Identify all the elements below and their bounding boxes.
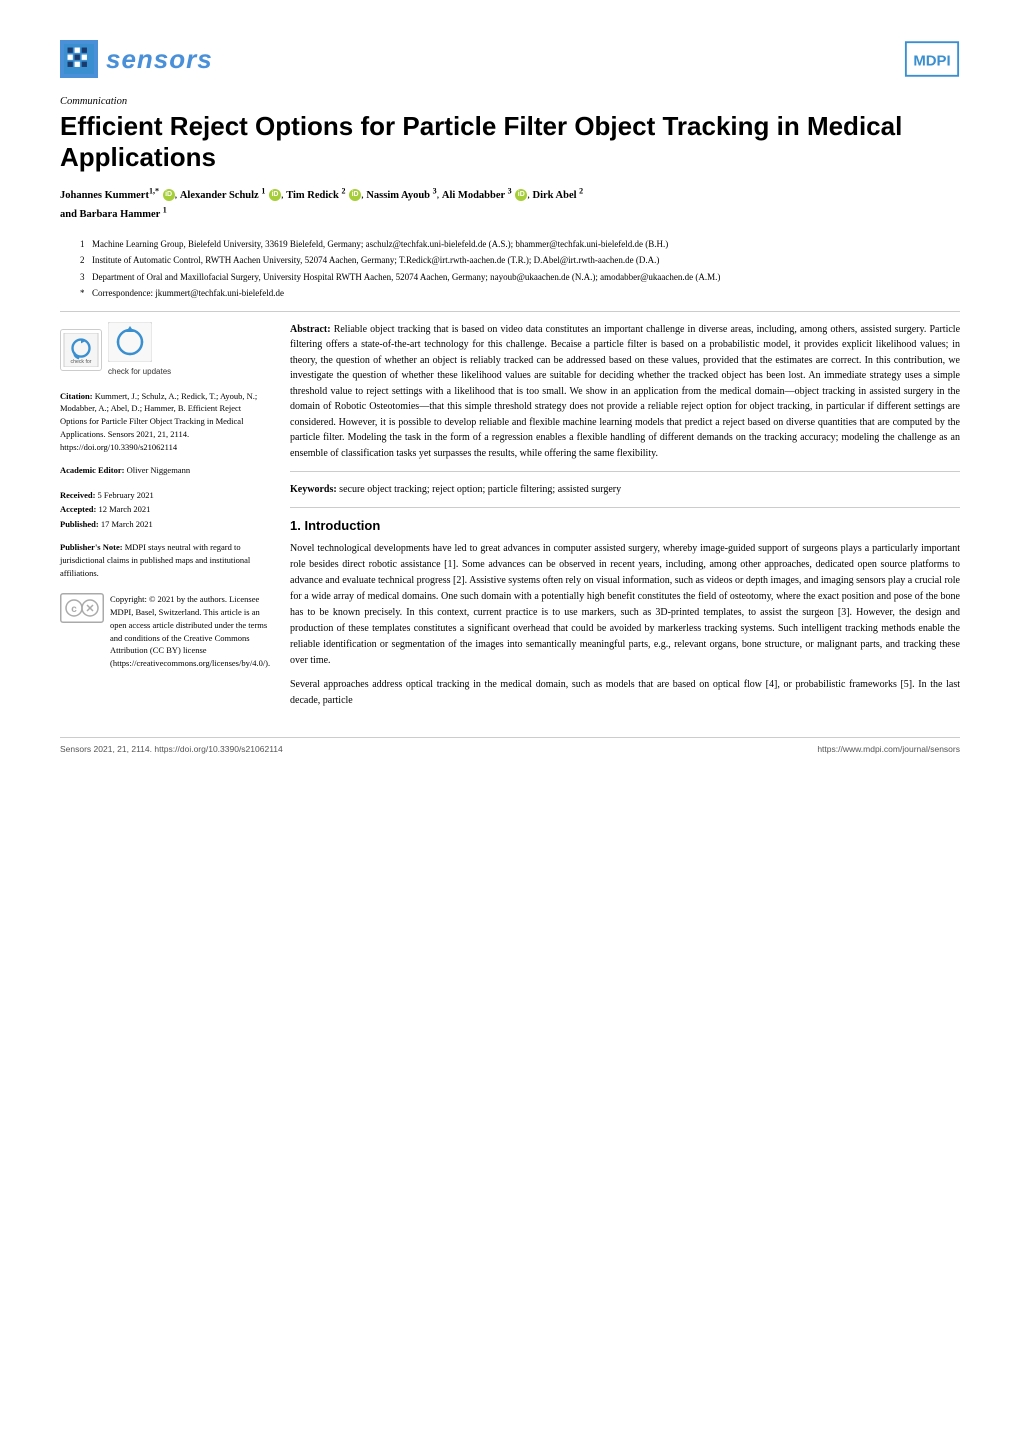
orcid-1: iD xyxy=(163,189,175,201)
header: sensors MDPI xyxy=(60,40,960,78)
journal-logo: sensors xyxy=(60,40,213,78)
publisher-note: Publisher's Note: MDPI stays neutral wit… xyxy=(60,541,270,579)
divider-1 xyxy=(60,311,960,312)
orcid-5: iD xyxy=(515,189,527,201)
svg-text:c: c xyxy=(71,604,77,615)
intro-para-1: Novel technological developments have le… xyxy=(290,541,960,669)
logo-icon xyxy=(60,40,98,78)
author-7-label: and Barbara Hammer 1 xyxy=(60,209,167,220)
affiliation-1: 1 Machine Learning Group, Bielefeld Univ… xyxy=(80,238,960,252)
two-column-layout: check for check for updates xyxy=(60,322,960,718)
author-2: Alexander Schulz 1 xyxy=(180,190,265,201)
citation-box: Citation: Kummert, J.; Schulz, A.; Redic… xyxy=(60,390,270,454)
footer: Sensors 2021, 21, 2114. https://doi.org/… xyxy=(60,737,960,754)
divider-3 xyxy=(290,507,960,508)
article-section-label: Communication Efficient Reject Options f… xyxy=(60,96,960,173)
journal-name: sensors xyxy=(106,44,213,75)
author-1: Johannes Kummert1,* xyxy=(60,190,159,201)
orcid-3: iD xyxy=(349,189,361,201)
cc-license: c Copyright: © 2021 by the authors. Lice… xyxy=(60,593,270,670)
author-4: Nassim Ayoub 3 xyxy=(366,190,436,201)
keywords-section: Keywords: secure object tracking; reject… xyxy=(290,482,960,497)
orcid-2: iD xyxy=(269,189,281,201)
affiliations-block: 1 Machine Learning Group, Bielefeld Univ… xyxy=(60,238,960,301)
check-updates-icon: check for xyxy=(60,329,102,371)
svg-text:check for: check for xyxy=(70,359,91,365)
correspondence: * Correspondence: jkummert@techfak.uni-b… xyxy=(80,287,960,301)
mdpi-logo: MDPI xyxy=(904,40,960,78)
abstract-section: Abstract: Reliable object tracking that … xyxy=(290,322,960,462)
right-column: Abstract: Reliable object tracking that … xyxy=(290,322,960,718)
check-updates-text: check for updates xyxy=(108,322,171,378)
copyright-text: Copyright: © 2021 by the authors. Licens… xyxy=(110,593,270,670)
affiliation-2: 2 Institute of Automatic Control, RWTH A… xyxy=(80,254,960,268)
footer-url: https://www.mdpi.com/journal/sensors xyxy=(817,744,960,754)
check-updates-badge: check for check for updates xyxy=(60,322,270,378)
left-column: check for check for updates xyxy=(60,322,270,718)
svg-text:MDPI: MDPI xyxy=(913,53,950,70)
footer-journal-ref: Sensors 2021, 21, 2114. https://doi.org/… xyxy=(60,744,283,754)
authors-block: Johannes Kummert1,* iD, Alexander Schulz… xyxy=(60,185,960,224)
introduction-section: 1. Introduction Novel technological deve… xyxy=(290,518,960,709)
affiliation-3: 3 Department of Oral and Maxillofacial S… xyxy=(80,271,960,285)
author-6: Dirk Abel 2 xyxy=(533,190,584,201)
divider-2 xyxy=(290,471,960,472)
author-3: Tim Redick 2 xyxy=(286,190,345,201)
academic-editor: Academic Editor: Oliver Niggemann xyxy=(60,463,270,477)
check-updates-label: check for updates xyxy=(108,367,171,377)
intro-para-2: Several approaches address optical track… xyxy=(290,677,960,709)
article-title: Efficient Reject Options for Particle Fi… xyxy=(60,111,960,173)
introduction-heading: 1. Introduction xyxy=(290,518,960,533)
page: sensors MDPI Communication Efficient Rej… xyxy=(0,0,1020,1442)
dates-block: Received: 5 February 2021 Accepted: 12 M… xyxy=(60,488,270,531)
author-5: Ali Modabber 3 xyxy=(442,190,512,201)
cc-icon: c xyxy=(60,593,104,623)
